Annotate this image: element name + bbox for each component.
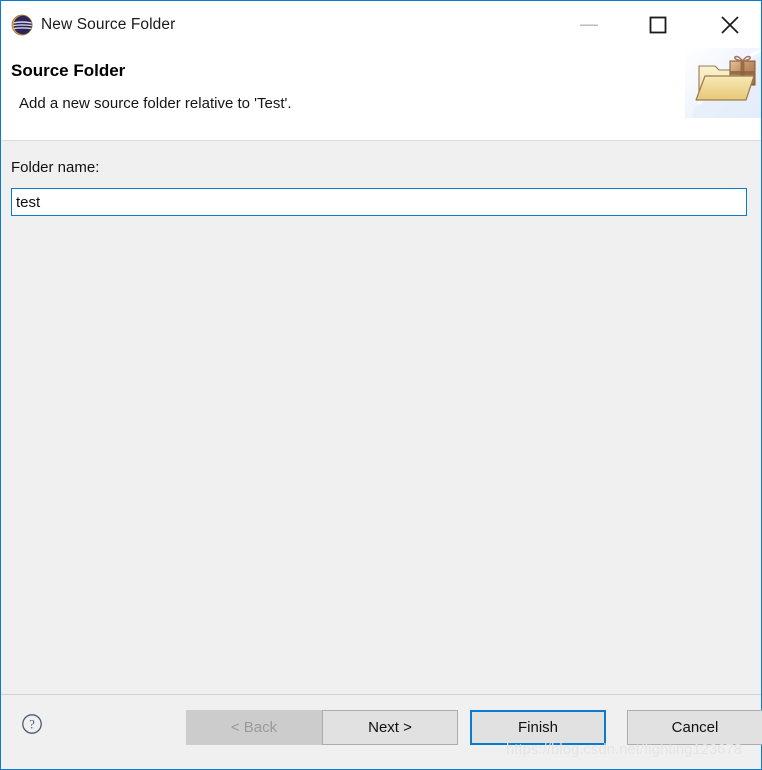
maximize-icon[interactable] bbox=[635, 1, 681, 48]
folder-name-label: Folder name: bbox=[11, 159, 100, 176]
dialog-button-row: < Back Next > Finish Cancel bbox=[186, 710, 762, 745]
eclipse-icon bbox=[11, 14, 33, 36]
window-controls bbox=[566, 1, 761, 48]
minimize-icon[interactable] bbox=[566, 1, 612, 48]
page-description: Add a new source folder relative to 'Tes… bbox=[19, 95, 292, 112]
back-button[interactable]: < Back bbox=[186, 710, 322, 745]
folder-with-gift-icon bbox=[685, 48, 761, 118]
dialog-footer: ? < Back Next > Finish Cancel bbox=[1, 694, 762, 769]
cancel-button[interactable]: Cancel bbox=[627, 710, 762, 745]
window-title: New Source Folder bbox=[41, 15, 176, 33]
dialog-content: Folder name: bbox=[1, 141, 761, 694]
next-button[interactable]: Next > bbox=[322, 710, 458, 745]
close-icon[interactable] bbox=[707, 1, 753, 48]
svg-text:?: ? bbox=[29, 717, 35, 731]
help-question-icon[interactable]: ? bbox=[21, 713, 43, 735]
dialog-header: Source Folder Add a new source folder re… bbox=[1, 48, 761, 141]
finish-button[interactable]: Finish bbox=[470, 710, 606, 745]
page-title: Source Folder bbox=[11, 61, 126, 80]
title-bar: New Source Folder bbox=[1, 1, 761, 48]
new-source-folder-dialog: New Source Folder Source Folder Add a ne… bbox=[0, 0, 762, 770]
folder-name-input[interactable] bbox=[11, 188, 747, 216]
